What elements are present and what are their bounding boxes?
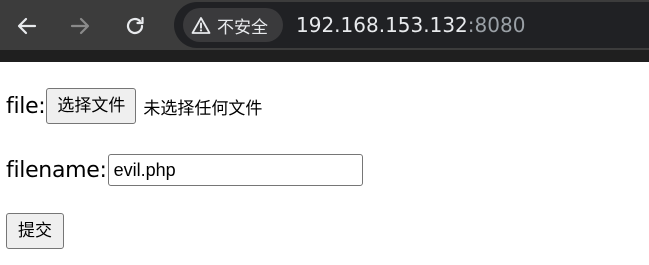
- choose-file-button[interactable]: 选择文件: [46, 88, 137, 124]
- warning-icon: [190, 14, 212, 36]
- no-file-chosen-text: 未选择任何文件: [143, 98, 263, 119]
- submit-button[interactable]: 提交: [6, 213, 64, 249]
- arrow-left-icon: [17, 17, 37, 35]
- filename-input[interactable]: [107, 154, 363, 186]
- reload-button[interactable]: [117, 8, 153, 44]
- file-row: file: 选择文件 未选择任何文件: [6, 87, 262, 125]
- filename-label: filename:: [6, 157, 107, 183]
- reload-icon: [126, 16, 144, 35]
- forward-button[interactable]: [62, 8, 98, 44]
- url-port: :8080: [467, 13, 526, 37]
- back-button[interactable]: [9, 8, 45, 44]
- file-label: file:: [6, 93, 46, 119]
- security-label: 不安全: [217, 17, 268, 38]
- url-text[interactable]: 192.168.153.132:8080: [296, 10, 525, 40]
- toolbar-divider: [0, 50, 649, 62]
- arrow-right-icon: [70, 17, 90, 35]
- filename-row: filename:: [6, 151, 363, 189]
- url-host: 192.168.153.132: [296, 13, 468, 37]
- security-indicator[interactable]: 不安全: [183, 8, 283, 42]
- submit-row: 提交: [6, 213, 64, 249]
